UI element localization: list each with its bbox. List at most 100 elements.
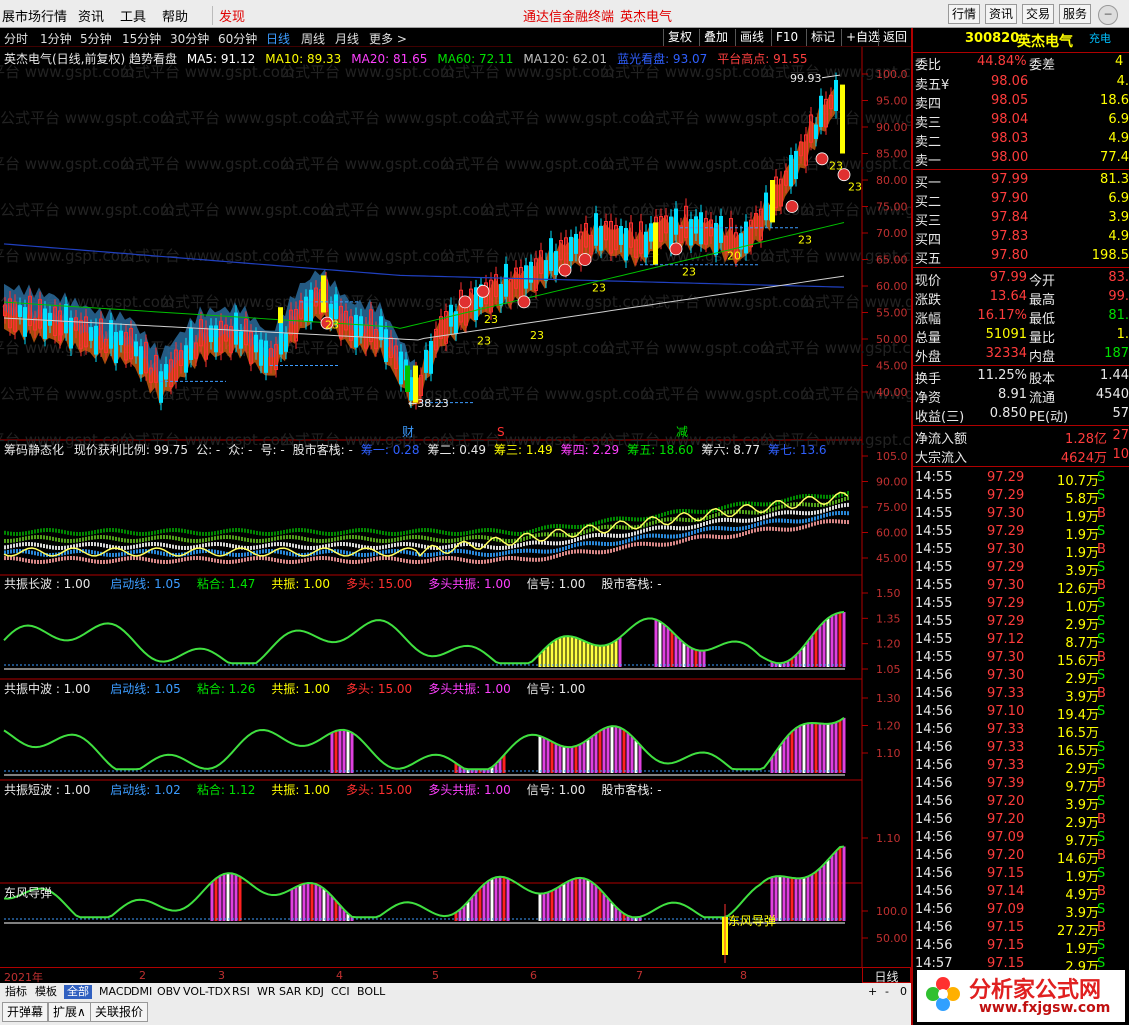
chip-bar	[361, 535, 363, 540]
tab-indicator[interactable]: 指标	[2, 985, 30, 999]
back-button[interactable]: 返回	[878, 29, 911, 46]
chip-bar	[481, 535, 483, 540]
chip-bar	[40, 535, 42, 540]
chip-bar	[178, 536, 180, 541]
tick-side: B	[1097, 812, 1106, 827]
chip-bar	[67, 550, 69, 555]
chip-bar	[610, 533, 612, 538]
tab-template[interactable]: 模板	[32, 985, 60, 999]
chip-bar	[427, 558, 429, 563]
tick-side: S	[1097, 524, 1106, 539]
menu-tools[interactable]: 工具	[120, 6, 146, 25]
zoom-out-button[interactable]: -	[882, 985, 892, 999]
chip-bar	[175, 536, 177, 541]
f10-button[interactable]: F10	[771, 29, 802, 46]
related-quote-button[interactable]: 关联报价	[90, 1002, 149, 1022]
chip-bar	[229, 535, 231, 540]
chip-bar	[694, 529, 696, 534]
tab-obv[interactable]: OBV	[154, 985, 183, 999]
chip-bar	[841, 497, 843, 502]
menu-market[interactable]: 展市场行情	[2, 6, 67, 25]
quote-title-row: 300820 英杰电气 充电	[913, 30, 1129, 50]
trade-tab-button[interactable]: 交易	[1022, 4, 1054, 24]
chip-bar	[631, 537, 633, 542]
chip-bar	[784, 527, 786, 532]
tab-wr[interactable]: WR	[254, 985, 279, 999]
tab-vol-tdx[interactable]: VOL-TDX	[180, 985, 234, 999]
period-more[interactable]: 更多 >	[369, 30, 407, 47]
chip-bar	[577, 549, 579, 554]
concept-tag[interactable]: 充电	[1089, 30, 1111, 46]
chip-bar	[475, 559, 477, 564]
chip-bar	[616, 547, 618, 552]
main-y-tick: 75.00	[876, 201, 908, 214]
chip-bar	[124, 529, 126, 534]
period-30min[interactable]: 30分钟	[170, 30, 209, 47]
chip-bar	[34, 559, 36, 564]
chip-bar	[214, 542, 216, 547]
tick-price: 97.09	[987, 902, 1025, 917]
chip-bar	[574, 525, 576, 530]
webi-row: 委比 44.84% 委差 4	[913, 52, 1129, 73]
chip-bar	[682, 517, 684, 522]
tick-row: 14:56 97.33 3.9万 B	[913, 685, 1129, 705]
period-intraday[interactable]: 分时	[4, 30, 28, 47]
service-tab-button[interactable]: 服务	[1059, 4, 1091, 24]
period-5min[interactable]: 5分钟	[80, 30, 112, 47]
chip-bar	[175, 528, 177, 533]
chip-bar	[286, 535, 288, 540]
period-monthly[interactable]: 月线	[335, 30, 359, 47]
period-15min[interactable]: 15分钟	[122, 30, 161, 47]
chip-bar	[235, 535, 237, 540]
tick-side: S	[1097, 488, 1106, 503]
menu-help[interactable]: 帮助	[162, 6, 188, 25]
tick-time: 14:55	[915, 632, 953, 647]
chip-bar	[523, 542, 525, 547]
news-tab-button[interactable]: 资讯	[985, 4, 1017, 24]
chip-bar	[793, 510, 795, 515]
danmaku-button[interactable]: 开弹幕	[2, 1002, 49, 1022]
tab-boll[interactable]: BOLL	[354, 985, 388, 999]
overlay-button[interactable]: 叠加	[699, 29, 732, 46]
period-daily[interactable]: 日线	[266, 30, 290, 47]
period-1min[interactable]: 1分钟	[40, 30, 72, 47]
stock-name: 英杰电气	[1017, 34, 1073, 50]
zoom-reset-button[interactable]: 0	[897, 985, 910, 999]
chip-bar	[517, 531, 519, 536]
tick-price: 97.09	[987, 830, 1025, 845]
chip-bar	[34, 542, 36, 547]
menu-discover[interactable]: 发现	[212, 6, 245, 25]
chip-bar	[352, 528, 354, 533]
chart-canvas[interactable]: 公式平台 www.gspt.com公式平台 www.gspt.com公式平台 w…	[0, 47, 911, 967]
tab-rsi[interactable]: RSI	[229, 985, 253, 999]
chip-bar	[211, 536, 213, 541]
chip-bar	[382, 538, 384, 543]
chip-bar	[511, 556, 513, 561]
tab-dmi[interactable]: DMI	[128, 985, 155, 999]
tab-kdj[interactable]: KDJ	[302, 985, 327, 999]
chip-bar	[154, 550, 156, 555]
period-weekly[interactable]: 周线	[301, 30, 325, 47]
period-60min[interactable]: 60分钟	[218, 30, 257, 47]
tab-cci[interactable]: CCI	[328, 985, 353, 999]
quote-tab-button[interactable]: 行情	[948, 4, 980, 24]
watermark-text: 公式平台 www.gspt.com	[120, 155, 295, 173]
expand-button[interactable]: 扩展∧	[48, 1002, 91, 1022]
watermark-text: 公式平台 www.gspt.com	[480, 385, 655, 403]
flower-logo-icon	[923, 974, 963, 1014]
chip-bar	[688, 536, 690, 541]
minimize-icon[interactable]: ─	[1098, 5, 1118, 25]
tab-all[interactable]: 全部	[64, 985, 92, 999]
draw-button[interactable]: 画线	[735, 29, 768, 46]
chip-label: 筹二: 0.49	[427, 443, 487, 457]
zoom-in-button[interactable]: +	[865, 985, 880, 999]
chip-bar	[658, 542, 660, 547]
chip-bar	[61, 538, 63, 543]
tab-sar[interactable]: SAR	[276, 985, 304, 999]
mark-button[interactable]: 标记	[806, 29, 839, 46]
chip-bar	[31, 550, 33, 555]
chip-bar	[184, 545, 186, 550]
fuquan-button[interactable]: 复权	[663, 29, 696, 46]
menu-news[interactable]: 资讯	[78, 6, 104, 25]
chip-bar	[667, 542, 669, 547]
